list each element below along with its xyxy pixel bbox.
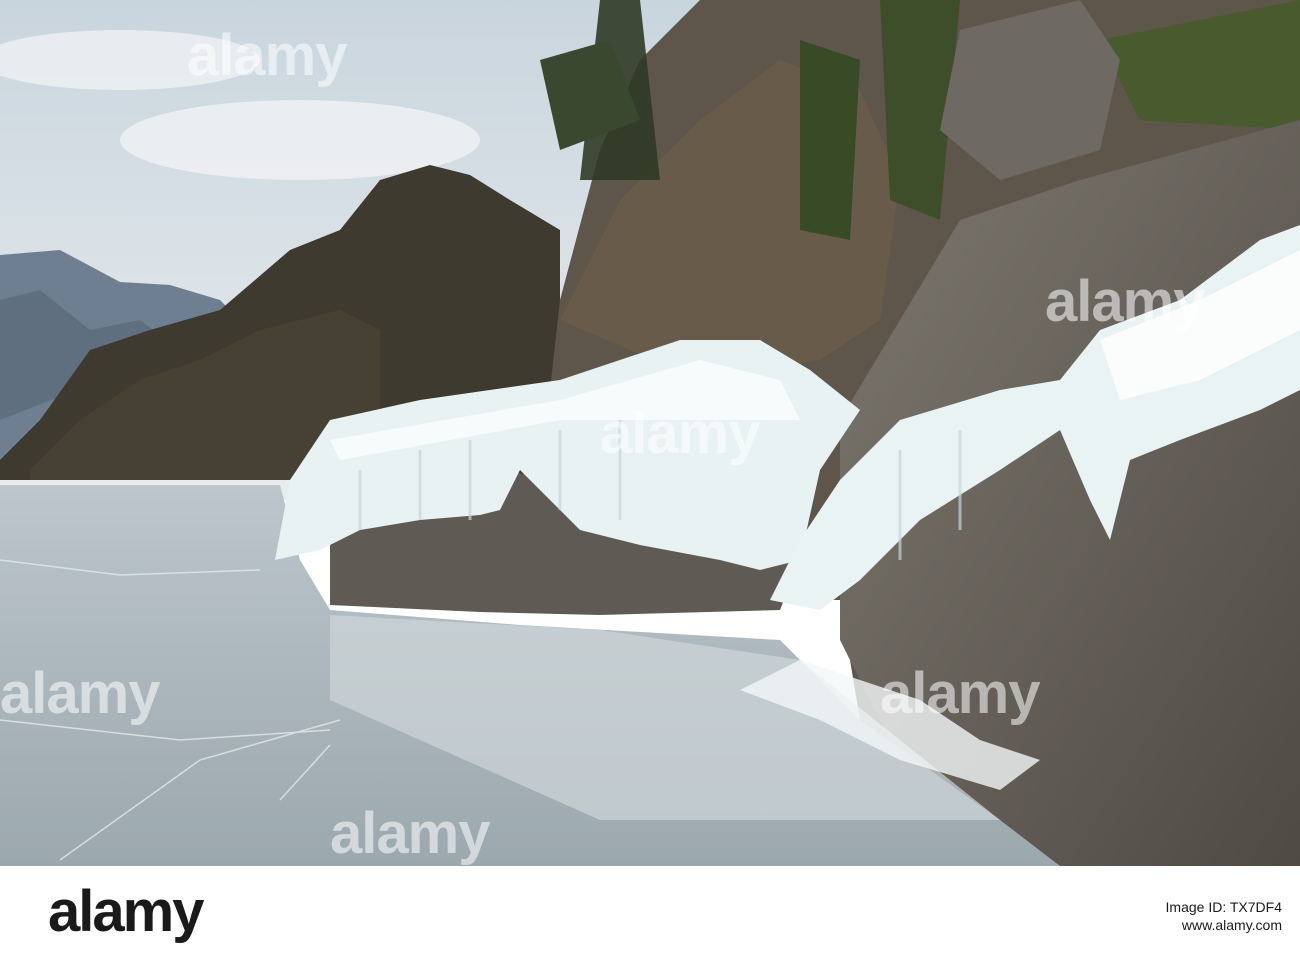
domain-text[interactable]: www.alamy.com (1182, 917, 1282, 933)
footer-bar: alamy Image ID: TX7DF4 www.alamy.com (0, 866, 1300, 956)
photo: alamy alamy alamy alamy alamy alamy (0, 0, 1300, 866)
landscape-photo (0, 0, 1300, 866)
image-id-label: Image ID: TX7DF4 www.alamy.com (1166, 898, 1282, 934)
image-id-text: Image ID: TX7DF4 (1165, 899, 1282, 915)
brand-logo[interactable]: alamy (48, 878, 204, 945)
